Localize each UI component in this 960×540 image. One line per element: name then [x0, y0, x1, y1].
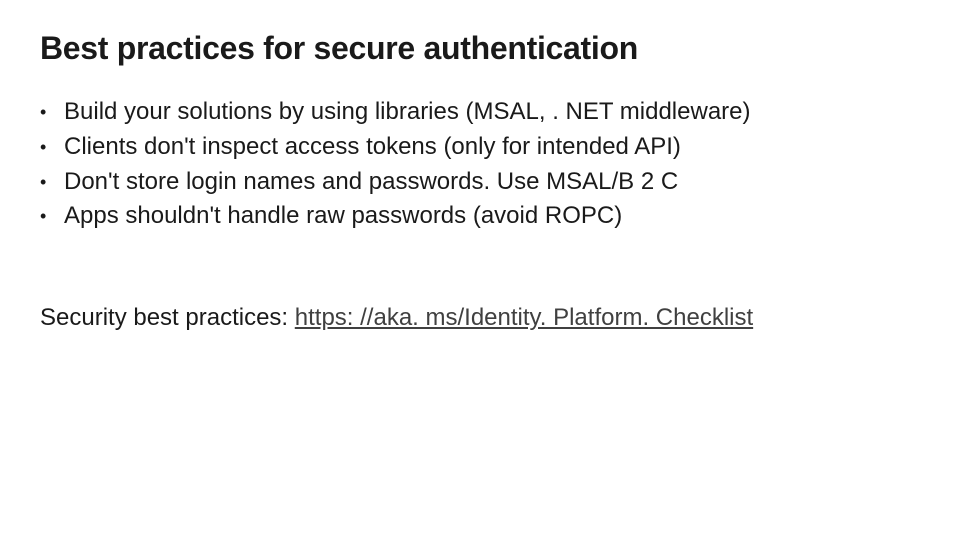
bullet-icon: • — [40, 165, 64, 199]
bullet-icon: • — [40, 95, 64, 129]
list-item: • Clients don't inspect access tokens (o… — [40, 130, 920, 165]
footer-prefix: Security best practices: — [40, 304, 295, 331]
bullet-icon: • — [40, 130, 64, 164]
footer-text: Security best practices: https: //aka. m… — [40, 304, 920, 332]
footer-link[interactable]: https: //aka. ms/Identity. Platform. Che… — [295, 304, 753, 331]
bullet-text: Clients don't inspect access tokens (onl… — [64, 130, 920, 165]
bullet-icon: • — [40, 199, 64, 233]
slide-title: Best practices for secure authentication — [40, 30, 920, 67]
list-item: • Apps shouldn't handle raw passwords (a… — [40, 199, 920, 234]
bullet-list: • Build your solutions by using librarie… — [40, 95, 920, 234]
bullet-text: Build your solutions by using libraries … — [64, 95, 920, 130]
bullet-text: Don't store login names and passwords. U… — [64, 165, 920, 200]
list-item: • Build your solutions by using librarie… — [40, 95, 920, 130]
bullet-text: Apps shouldn't handle raw passwords (avo… — [64, 199, 920, 234]
list-item: • Don't store login names and passwords.… — [40, 165, 920, 200]
